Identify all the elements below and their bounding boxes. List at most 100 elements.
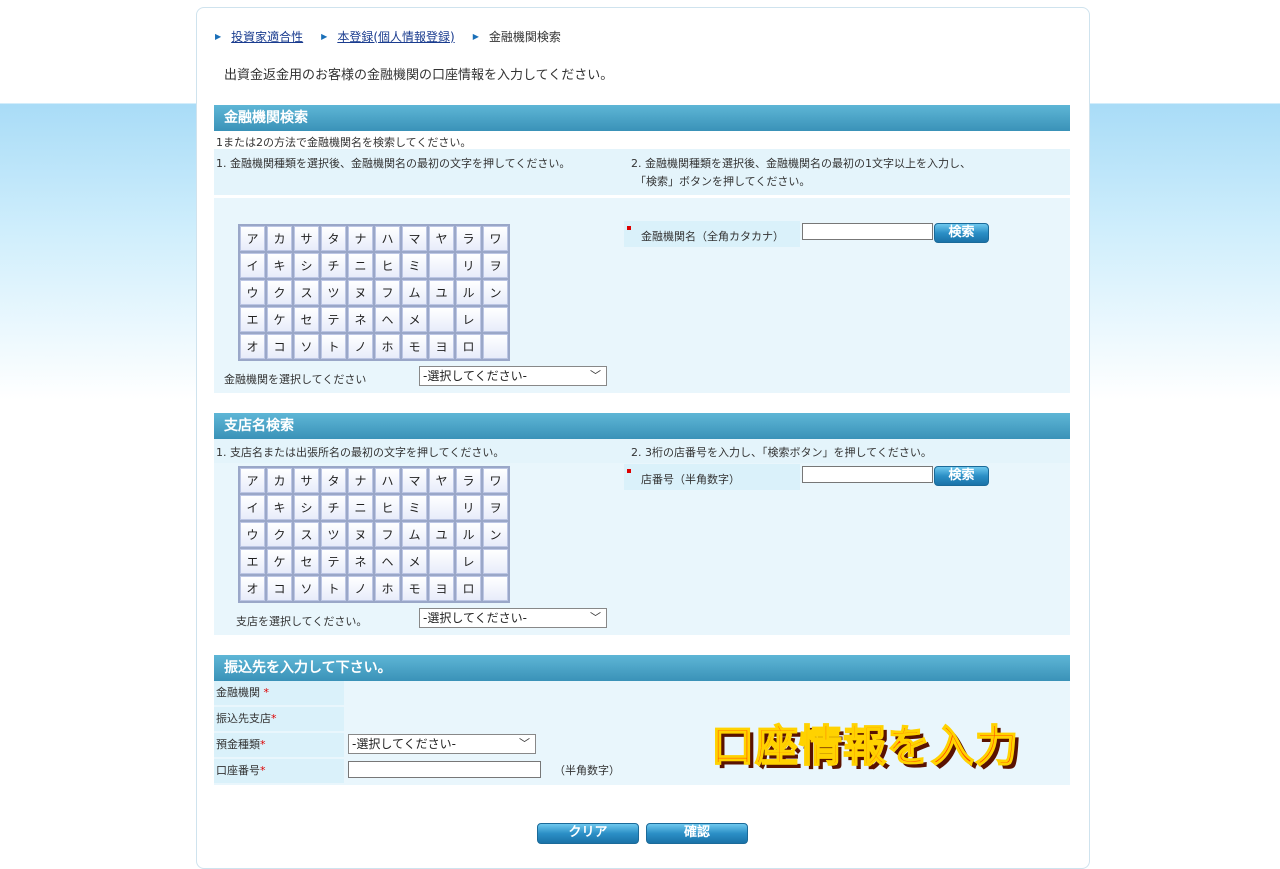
branch-kana-key[interactable]: ユ [429,522,454,547]
bank-kana-key[interactable]: ユ [429,280,454,305]
branch-kana-key[interactable]: ネ [348,549,373,574]
branch-kana-key[interactable]: ヤ [429,468,454,493]
bank-kana-key[interactable]: メ [402,307,427,332]
bank-kana-key[interactable]: ワ [483,226,508,251]
bank-kana-key[interactable]: ミ [402,253,427,278]
branch-kana-key[interactable]: ノ [348,576,373,601]
branch-kana-key[interactable]: ヒ [375,495,400,520]
account-number-input[interactable] [348,761,541,778]
bank-kana-key[interactable]: テ [321,307,346,332]
bank-kana-key[interactable]: ホ [375,334,400,359]
branch-kana-key[interactable]: ヌ [348,522,373,547]
bank-kana-key[interactable]: タ [321,226,346,251]
bank-kana-key[interactable]: ソ [294,334,319,359]
bank-kana-key[interactable]: ウ [240,280,265,305]
branch-kana-key[interactable]: ワ [483,468,508,493]
branch-kana-key[interactable]: メ [402,549,427,574]
bank-kana-key[interactable]: ロ [456,334,481,359]
bank-kana-key[interactable]: レ [456,307,481,332]
bank-name-input[interactable] [802,223,933,240]
bank-kana-key[interactable]: ク [267,280,292,305]
bank-kana-key[interactable]: ヲ [483,253,508,278]
bank-kana-key[interactable]: ヘ [375,307,400,332]
branch-kana-key[interactable]: エ [240,549,265,574]
branch-kana-key[interactable]: ニ [348,495,373,520]
branch-kana-key[interactable]: コ [267,576,292,601]
branch-kana-key[interactable]: モ [402,576,427,601]
branch-kana-key[interactable]: サ [294,468,319,493]
branch-kana-key[interactable]: ト [321,576,346,601]
branch-kana-key[interactable]: テ [321,549,346,574]
branch-kana-key[interactable]: ハ [375,468,400,493]
bank-kana-key[interactable]: ヨ [429,334,454,359]
bank-kana-key[interactable]: ス [294,280,319,305]
branch-kana-key[interactable]: レ [456,549,481,574]
branch-kana-key[interactable]: フ [375,522,400,547]
bank-kana-key[interactable]: ツ [321,280,346,305]
bank-kana-key[interactable]: ト [321,334,346,359]
bank-kana-key[interactable]: チ [321,253,346,278]
bank-kana-key[interactable]: エ [240,307,265,332]
bank-kana-key[interactable]: ム [402,280,427,305]
branch-kana-key[interactable]: ホ [375,576,400,601]
bank-kana-key[interactable]: オ [240,334,265,359]
bank-kana-key[interactable]: ア [240,226,265,251]
bank-kana-key[interactable]: セ [294,307,319,332]
bank-kana-key[interactable]: シ [294,253,319,278]
branch-kana-key[interactable]: ム [402,522,427,547]
branch-kana-key[interactable]: タ [321,468,346,493]
bank-kana-key[interactable]: ナ [348,226,373,251]
clear-button[interactable]: クリア [537,823,639,844]
bank-kana-key[interactable]: ニ [348,253,373,278]
confirm-button[interactable]: 確認 [646,823,748,844]
branch-kana-key[interactable]: キ [267,495,292,520]
branch-kana-key[interactable]: チ [321,495,346,520]
bank-kana-key[interactable]: マ [402,226,427,251]
branch-select[interactable]: -選択してください- ﹀ [419,608,607,628]
bank-kana-key[interactable]: ヒ [375,253,400,278]
deposit-type-select[interactable]: -選択してください- ﹀ [348,734,536,754]
branch-kana-key[interactable]: ミ [402,495,427,520]
branch-kana-key[interactable]: マ [402,468,427,493]
branch-kana-key[interactable]: ナ [348,468,373,493]
bank-kana-key[interactable]: サ [294,226,319,251]
bank-search-button[interactable]: 検索 [934,223,989,243]
breadcrumb-link-registration[interactable]: 本登録(個人情報登録) [337,28,454,45]
bank-kana-key[interactable]: リ [456,253,481,278]
branch-kana-key[interactable]: ヨ [429,576,454,601]
bank-kana-key[interactable]: ン [483,280,508,305]
bank-kana-key[interactable]: ノ [348,334,373,359]
branch-kana-key[interactable]: リ [456,495,481,520]
breadcrumb-link-suitability[interactable]: 投資家適合性 [231,28,303,45]
branch-kana-key[interactable]: ツ [321,522,346,547]
branch-kana-key[interactable]: イ [240,495,265,520]
branch-kana-key[interactable]: ラ [456,468,481,493]
branch-kana-key[interactable]: セ [294,549,319,574]
bank-select[interactable]: -選択してください- ﹀ [419,366,607,386]
bank-kana-key[interactable]: ラ [456,226,481,251]
branch-kana-key[interactable]: ソ [294,576,319,601]
branch-kana-key[interactable]: ロ [456,576,481,601]
bank-kana-key[interactable]: ハ [375,226,400,251]
bank-kana-key[interactable]: イ [240,253,265,278]
branch-kana-key[interactable]: ア [240,468,265,493]
bank-kana-key[interactable]: キ [267,253,292,278]
bank-kana-key[interactable]: ケ [267,307,292,332]
bank-kana-key[interactable]: フ [375,280,400,305]
branch-kana-key[interactable]: シ [294,495,319,520]
branch-kana-key[interactable]: ン [483,522,508,547]
bank-kana-key[interactable]: ル [456,280,481,305]
bank-kana-key[interactable]: カ [267,226,292,251]
branch-kana-key[interactable]: ヲ [483,495,508,520]
bank-kana-key[interactable]: ヤ [429,226,454,251]
branch-kana-key[interactable]: ル [456,522,481,547]
branch-kana-key[interactable]: ヘ [375,549,400,574]
bank-kana-key[interactable]: ネ [348,307,373,332]
branch-kana-key[interactable]: ス [294,522,319,547]
branch-kana-key[interactable]: ク [267,522,292,547]
branch-kana-key[interactable]: オ [240,576,265,601]
branch-code-input[interactable] [802,466,933,483]
bank-kana-key[interactable]: コ [267,334,292,359]
bank-kana-key[interactable]: ヌ [348,280,373,305]
bank-kana-key[interactable]: モ [402,334,427,359]
